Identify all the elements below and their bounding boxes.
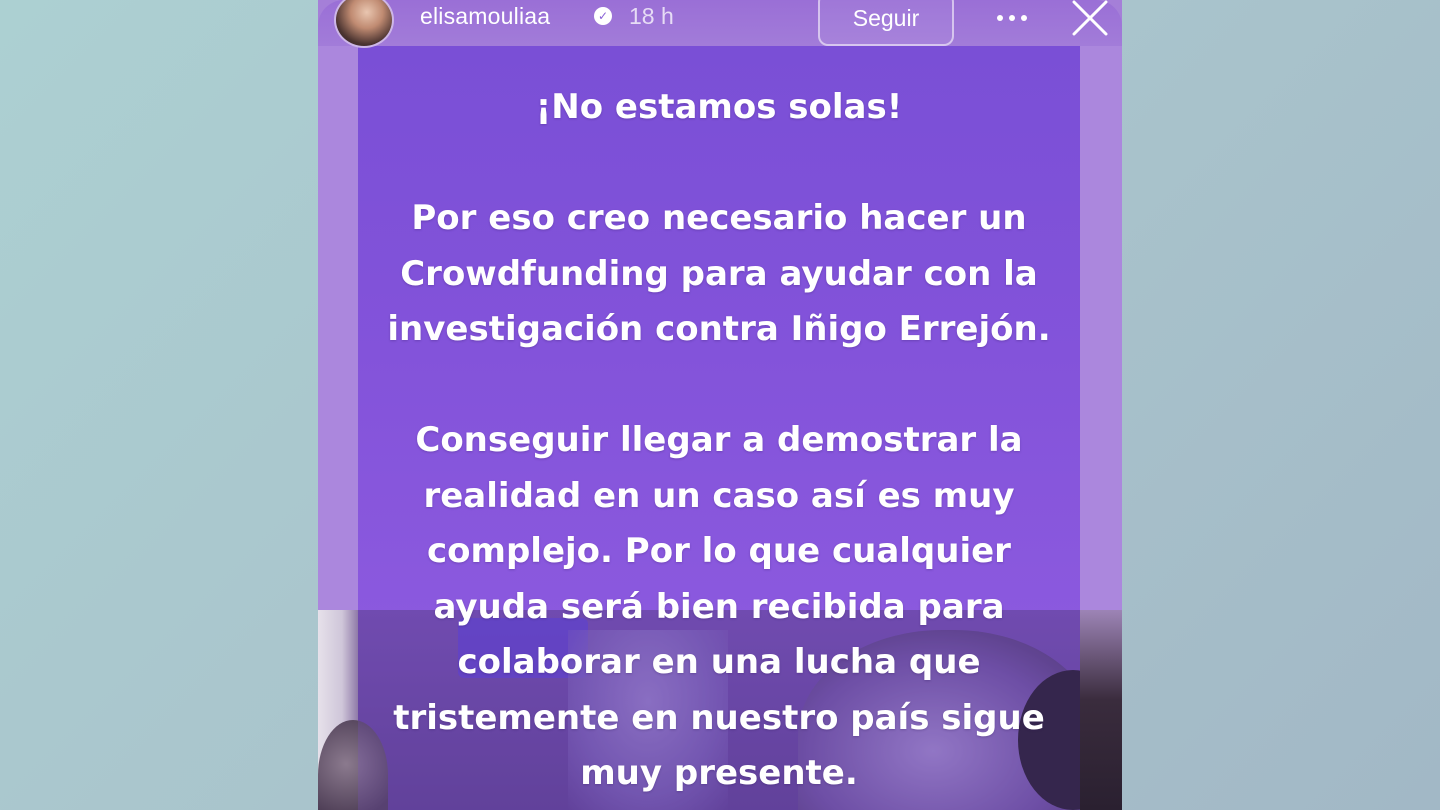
story-text-line: Conseguir llegar a demostrar la bbox=[415, 420, 1023, 460]
story-text-line: Crowdfunding para ayudar con la bbox=[400, 253, 1038, 294]
story-text-line: tristemente en nuestro país sigue bbox=[393, 697, 1045, 738]
story-paragraph-2: Por eso creo necesario hacer un Crowdfun… bbox=[358, 191, 1080, 358]
story-paragraph-heading: ¡No estamos solas! bbox=[358, 80, 1080, 136]
story-text-line: investigación contra Iñigo Errejón. bbox=[387, 309, 1051, 349]
story-text-line: complejo. Por lo que cualquier bbox=[427, 531, 1011, 571]
story-text-line: ayuda será bien recibida para bbox=[433, 586, 1005, 627]
story-text-line: muy presente. bbox=[580, 753, 858, 793]
story-text-line: colaborar en una lucha que bbox=[457, 642, 981, 682]
story-text: ¡No estamos solas! Por eso creo necesari… bbox=[318, 0, 1122, 810]
story-text-line: realidad en un caso así es muy bbox=[423, 475, 1015, 516]
story-text-line: ¡No estamos solas! bbox=[535, 87, 903, 127]
story-text-line: Por eso creo necesario hacer un bbox=[411, 198, 1027, 238]
story-paragraph-3: Conseguir llegar a demostrar la realidad… bbox=[358, 413, 1080, 802]
